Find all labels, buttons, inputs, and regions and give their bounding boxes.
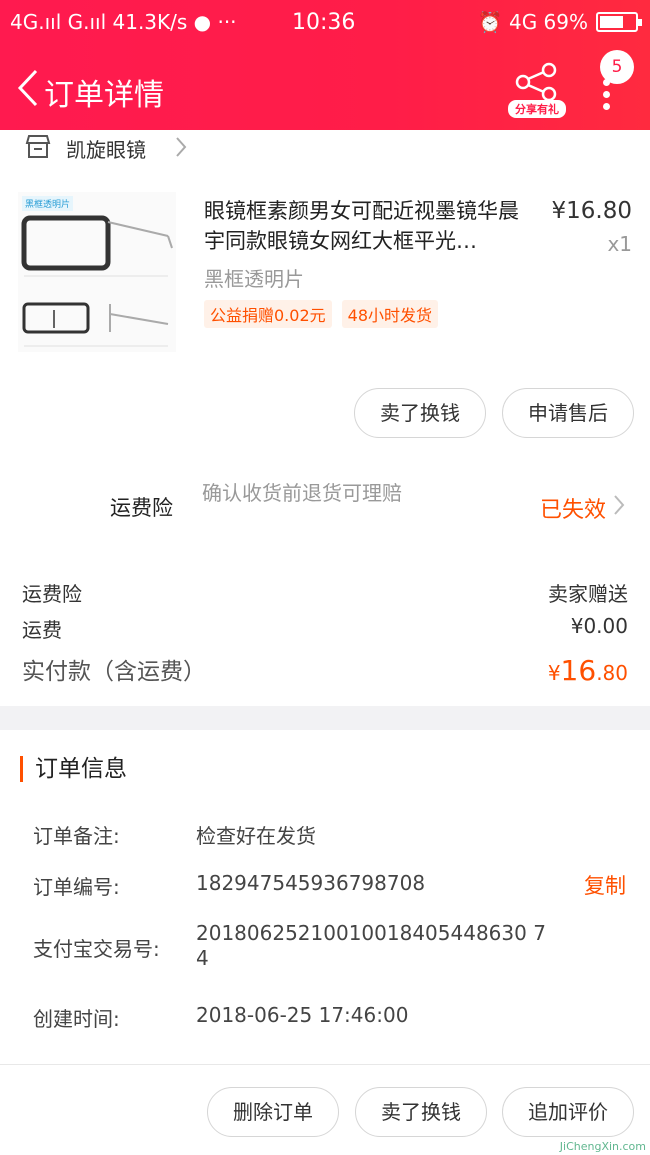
summary-insurance-row: 运费险 卖家赠送 [22, 578, 628, 607]
insurance-label: 运费险 [110, 496, 173, 520]
paid-integer: 16 [560, 654, 597, 687]
chevron-left-icon [17, 69, 38, 107]
note-label: 订单备注: [33, 824, 120, 848]
battery-icon [596, 12, 642, 32]
created-value: 2018-06-25 17:46:00 [196, 1003, 409, 1027]
summary-shipping-label: 运费 [22, 618, 62, 642]
store-icon [25, 135, 51, 158]
summary-paid-value: ¥16.80 [548, 654, 628, 687]
sell-button[interactable]: 卖了换钱 [354, 388, 486, 438]
chevron-right-icon[interactable] [612, 494, 626, 516]
status-left: 4G.ııl G.ııl 41.3K/s ● ··· [10, 10, 237, 34]
glasses-image [21, 215, 173, 347]
summary-insurance-label: 运费险 [22, 582, 82, 606]
shop-name: 凯旋眼镜 [66, 138, 146, 162]
status-time: 10:36 [292, 10, 356, 35]
product-image[interactable]: 黑框透明片 [18, 192, 176, 352]
battery-fill [600, 16, 624, 28]
summary-shipping-value: ¥0.00 [570, 614, 628, 638]
section-divider [0, 706, 650, 730]
chevron-right-icon [176, 137, 187, 157]
paid-decimal: .80 [596, 661, 628, 685]
add-review-button[interactable]: 追加评价 [502, 1087, 634, 1137]
summary-paid-row: 实付款（含运费） ¥16.80 [22, 652, 628, 687]
back-button[interactable] [8, 64, 48, 112]
created-label: 创建时间: [33, 1007, 120, 1031]
product-sku: 黑框透明片 [204, 267, 304, 291]
product-quantity: x1 [607, 232, 632, 256]
tag-shipping: 48小时发货 [341, 300, 439, 328]
message-badge: 5 [600, 50, 634, 84]
insurance-desc: 确认收货前退货可理赔 [202, 481, 402, 505]
summary-paid-label: 实付款（含运费） [22, 659, 206, 685]
order-number-value: 182947545936798708 [196, 871, 426, 895]
thumb-tag: 黑框透明片 [22, 196, 74, 211]
share-icon [515, 62, 557, 102]
order-number-label: 订单编号: [33, 875, 120, 899]
product-price: ¥16.80 [551, 198, 632, 224]
copy-button[interactable]: 复制 [584, 870, 626, 900]
order-info-title: 订单信息 [20, 756, 127, 782]
alipay-label: 支付宝交易号: [33, 937, 160, 961]
status-bar: 4G.ııl G.ııl 41.3K/s ● ··· 10:36 ⏰ 4G 69… [0, 0, 650, 44]
paid-currency: ¥ [547, 661, 561, 685]
tag-donation: 公益捐赠0.02元 [204, 300, 332, 328]
shop-row[interactable]: 凯旋眼镜 [0, 130, 650, 170]
sell-button[interactable]: 卖了换钱 [355, 1087, 487, 1137]
note-value: 检查好在发货 [196, 824, 316, 848]
product-tags: 公益捐赠0.02元 48小时发货 [204, 300, 439, 328]
status-right: ⏰ 4G 69% [477, 10, 588, 34]
bottom-action-bar: 删除订单 卖了换钱 追加评价 JiChengXin.com [0, 1064, 650, 1155]
share-label: 分享有礼 [508, 100, 566, 118]
delete-order-button[interactable]: 删除订单 [207, 1087, 339, 1137]
page-title: 订单详情 [44, 78, 164, 113]
nav-bar: 订单详情 分享有礼 [0, 56, 650, 126]
share-button[interactable]: 分享有礼 [508, 62, 566, 118]
summary-shipping-row: 运费 ¥0.00 [22, 614, 628, 643]
header: 4G.ııl G.ııl 41.3K/s ● ··· 10:36 ⏰ 4G 69… [0, 0, 650, 130]
summary-insurance-value: 卖家赠送 [548, 582, 628, 606]
watermark: JiChengXin.com [559, 1140, 646, 1153]
after-sale-button[interactable]: 申请售后 [502, 388, 634, 438]
product-title[interactable]: 眼镜框素颜男女可配近视墨镜华晨宇同款眼镜女网红大框平光… [204, 196, 538, 256]
alipay-value: 20180625210010018405448630 74 [196, 921, 546, 970]
insurance-status[interactable]: 已失效 [540, 492, 606, 524]
